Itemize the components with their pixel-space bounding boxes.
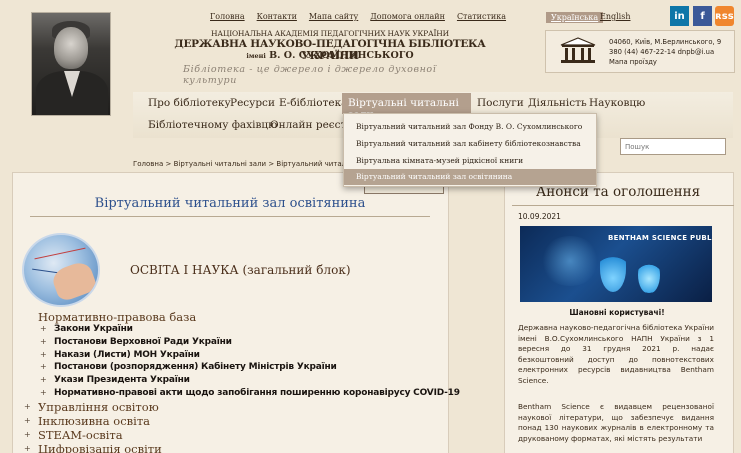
nav-dropdown: Віртуальний читальний зал Фонду В. О. Су… [343, 113, 597, 187]
top-links: Головна Контакти Мапа сайту Допомога онл… [210, 12, 506, 21]
top-link-sitemap[interactable]: Мапа сайту [309, 12, 358, 21]
title-divider [30, 216, 430, 217]
education-science-image [22, 233, 100, 307]
top-link-home[interactable]: Головна [210, 12, 245, 21]
sub-item-covid-acts[interactable]: Нормативно-правові акти щодо запобігання… [54, 388, 460, 398]
announcement-greeting: Шановні користувачі! [569, 308, 665, 317]
announcement-date: 10.09.2021 [518, 212, 561, 221]
nav-activity[interactable]: Діяльність [528, 97, 587, 109]
nav-resources[interactable]: Ресурси [230, 97, 275, 109]
contact-text: 04060, Київ, М.Берлинського, 9 380 (44) … [609, 37, 721, 67]
contact-address: 04060, Київ, М.Берлинського, 9 [609, 38, 722, 46]
nav-scientists[interactable]: Науковцю [589, 97, 645, 109]
announcement-body-1: Державна науково-педагогічна бібліотека … [518, 323, 714, 385]
sub-item-laws[interactable]: Закони України [54, 324, 133, 334]
nav-elibrary[interactable]: Е-бібліотека [279, 97, 347, 109]
sub-item-presidential-decrees[interactable]: Укази Президента України [54, 375, 190, 385]
expand-plus-icon[interactable]: + [40, 324, 47, 333]
bentham-label: BENTHAM SCIENCE PUBLISHERS [608, 234, 712, 242]
expand-plus-icon[interactable]: + [24, 444, 31, 453]
library-building-icon [560, 37, 596, 63]
nav-services[interactable]: Послуги [477, 97, 524, 109]
org-line3: імені В. О. СУХОМЛИНСЬКОГО [240, 50, 420, 61]
top-link-contacts[interactable]: Контакти [257, 12, 297, 21]
slogan: Бібліотека - це джерело і джерело духовн… [183, 64, 437, 86]
lang-ukrainian[interactable]: Українська [546, 12, 604, 23]
portrait-photo [31, 12, 111, 116]
top-link-help[interactable]: Допомога онлайн [370, 12, 445, 21]
rss-icon[interactable]: ʀss [715, 6, 734, 26]
dropdown-item-library-science[interactable]: Віртуальний читальний зал кабінету біблі… [344, 136, 596, 152]
expand-plus-icon[interactable]: + [24, 416, 31, 425]
org-line3-name: В. О. СУХОМЛИНСЬКОГО [269, 50, 414, 61]
category-digitalization[interactable]: Цифровізація освіти [38, 442, 162, 453]
contact-map-link[interactable]: Мапа проїзду [609, 57, 721, 67]
org-line1: НАЦІОНАЛЬНА АКАДЕМІЯ ПЕДАГОГІЧНИХ НАУК У… [211, 29, 449, 38]
expand-plus-icon[interactable]: + [40, 375, 47, 384]
group-legal-base[interactable]: Нормативно-правова база [38, 310, 196, 324]
page-title: Віртуальний читальний зал освітянина [94, 196, 366, 211]
lang-english[interactable]: English [600, 12, 631, 21]
sub-item-parliament-resolutions[interactable]: Постанови Верховної Ради України [54, 337, 232, 347]
nav-librarians[interactable]: Бібліотечному фахівцю [148, 119, 277, 131]
org-line3-prefix: імені [246, 52, 266, 60]
dropdown-item-educator-room[interactable]: Віртуальний читальний зал освітянина [344, 169, 596, 185]
dropdown-item-rare-book-museum[interactable]: Віртуальна кімната-музей рідкісної книги [344, 153, 596, 169]
bentham-science-banner[interactable]: BENTHAM SCIENCE PUBLISHERS [520, 226, 712, 302]
sub-item-cabinet-resolutions[interactable]: Постанови (розпорядження) Кабінету Мініс… [54, 362, 337, 372]
expand-plus-icon[interactable]: + [24, 430, 31, 439]
expand-plus-icon[interactable]: + [40, 337, 47, 346]
facebook-icon[interactable]: f [693, 6, 712, 26]
category-inclusive[interactable]: Інклюзивна освіта [38, 414, 150, 428]
nav-online-registry[interactable]: Онлайн реєстр [270, 119, 353, 131]
linkedin-icon[interactable]: in [670, 6, 689, 26]
section-heading: ОСВІТА І НАУКА (загальний блок) [130, 263, 351, 277]
nav-virtual-reading-rooms[interactable]: Віртуальні читальні зали [342, 93, 471, 121]
search-input[interactable] [620, 138, 726, 155]
expand-plus-icon[interactable]: + [40, 388, 47, 397]
announcements-divider [512, 205, 734, 206]
expand-plus-icon[interactable]: + [24, 402, 31, 411]
contact-phone-email[interactable]: 380 (44) 467-22-14 dnpb@i.ua [609, 47, 721, 57]
sub-item-ministry-orders[interactable]: Накази (Листи) МОН України [54, 350, 200, 360]
announcement-body-2: Bentham Science є видавцем рецензованої … [518, 402, 714, 443]
nav-about[interactable]: Про бібліотеку [148, 97, 231, 109]
dropdown-item-sukhomlynsky-fund[interactable]: Віртуальний читальний зал Фонду В. О. Су… [344, 119, 596, 135]
expand-plus-icon[interactable]: + [40, 350, 47, 359]
category-management[interactable]: Управління освітою [38, 400, 159, 414]
expand-plus-icon[interactable]: + [40, 362, 47, 371]
top-link-stats[interactable]: Статистика [457, 12, 506, 21]
category-steam[interactable]: STEAM-освіта [38, 428, 123, 442]
